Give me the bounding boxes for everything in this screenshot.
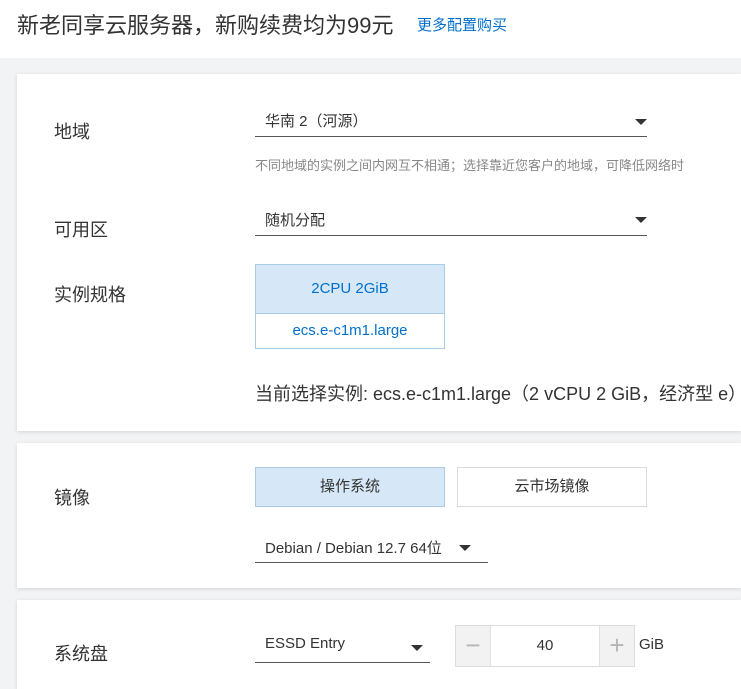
zone-value: 随机分配 (265, 212, 326, 229)
page: 新老同享云服务器，新购续费均为99元 更多配置购买 地域 华南 2（河源） 不同… (0, 0, 741, 689)
spec-label: 实例规格 (54, 285, 126, 305)
region-label: 地域 (54, 122, 90, 142)
increment-button[interactable]: + (599, 626, 634, 666)
tab-os[interactable]: 操作系统 (255, 467, 445, 507)
system-disk-label: 系统盘 (54, 644, 108, 664)
region-select[interactable]: 华南 2（河源） (255, 105, 647, 137)
tab-marketplace-image[interactable]: 云市场镜像 (457, 467, 647, 507)
current-instance-text: 当前选择实例: ecs.e-c1m1.large（2 vCPU 2 GiB，经济… (255, 384, 741, 404)
instance-config-card: 地域 华南 2（河源） 不同地域的实例之间内网互不相通；选择靠近您客户的地域，可… (17, 74, 741, 431)
zone-select[interactable]: 随机分配 (255, 203, 647, 236)
spec-type: ecs.e-c1m1.large (256, 314, 444, 348)
disk-size-unit: GiB (639, 636, 665, 653)
disk-size-input[interactable]: 40 (491, 626, 599, 666)
disk-size-stepper: − 40 + (455, 625, 635, 667)
os-version-select[interactable]: Debian / Debian 12.7 64位 (255, 531, 488, 563)
spec-cpu-mem: 2CPU 2GiB (256, 265, 444, 314)
chevron-down-icon (635, 217, 647, 223)
image-card: 镜像 操作系统 云市场镜像 Debian / Debian 12.7 64位 (17, 443, 741, 588)
page-title: 新老同享云服务器，新购续费均为99元 (17, 13, 394, 38)
more-config-link[interactable]: 更多配置购买 (417, 14, 507, 35)
chevron-down-icon (411, 645, 423, 651)
region-hint: 不同地域的实例之间内网互不相通；选择靠近您客户的地域，可降低网络时 (255, 158, 685, 173)
disk-type-select[interactable]: ESSD Entry (255, 629, 430, 663)
header: 新老同享云服务器，新购续费均为99元 更多配置购买 (0, 0, 741, 48)
zone-label: 可用区 (54, 220, 108, 240)
system-disk-card: 系统盘 ESSD Entry − 40 + GiB (17, 600, 741, 689)
disk-type-value: ESSD Entry (265, 635, 346, 652)
region-value: 华南 2（河源） (265, 113, 368, 130)
chevron-down-icon (635, 119, 647, 125)
os-version-value: Debian / Debian 12.7 64位 (265, 540, 442, 557)
spec-option-selected[interactable]: 2CPU 2GiB ecs.e-c1m1.large (255, 264, 445, 349)
chevron-down-icon (459, 545, 471, 551)
image-label: 镜像 (54, 488, 90, 508)
decrement-button[interactable]: − (456, 626, 491, 666)
